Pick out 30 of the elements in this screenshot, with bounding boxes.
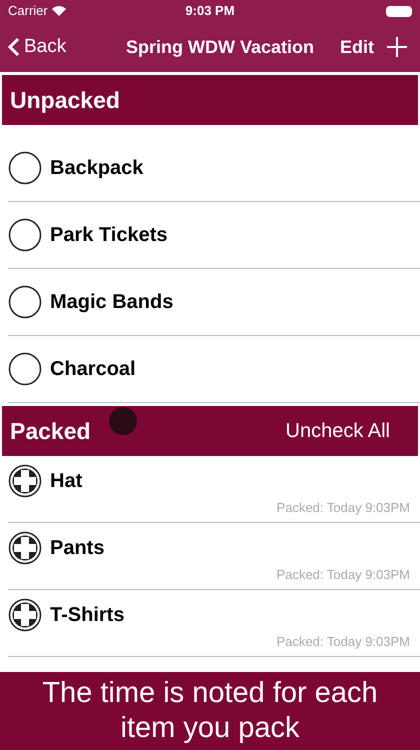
packed-time: Packed: Today 9:03PM (276, 499, 411, 518)
cross-circle-icon[interactable] (8, 531, 42, 566)
section-title: Unpacked (10, 86, 120, 115)
section-title: Packed (10, 416, 91, 446)
plus-icon[interactable] (386, 36, 408, 58)
cross-circle-icon[interactable] (8, 598, 42, 632)
empty-circle-icon[interactable] (8, 285, 42, 319)
nav-title: Spring WDW Vacation (124, 36, 315, 59)
item-name[interactable]: Park Tickets (50, 220, 168, 250)
item-name[interactable]: T-Shirts (50, 600, 124, 630)
chevron-left-icon (8, 37, 20, 57)
cross-circle-icon[interactable] (8, 464, 42, 498)
item-name[interactable]: Hat (50, 466, 82, 496)
item-name[interactable]: Charcoal (50, 354, 136, 384)
back-button[interactable]: Back (8, 32, 108, 62)
clock-time: 9:03 PM (185, 2, 235, 20)
empty-circle-icon[interactable] (8, 352, 42, 386)
edit-button[interactable]: Edit (332, 34, 382, 60)
battery-icon (386, 6, 412, 16)
caption-text: The time is noted for each item you pack (41, 676, 379, 746)
packed-time: Packed: Today 9:03PM (276, 633, 411, 652)
wifi-icon (52, 6, 66, 16)
item-name[interactable]: Pants (50, 533, 104, 564)
item-name[interactable]: Magic Bands (50, 287, 174, 317)
carrier-label: Carrier (8, 2, 48, 20)
uncheck-all-button[interactable]: Uncheck All (286, 416, 410, 446)
empty-circle-icon[interactable] (8, 151, 42, 185)
packed-time: Packed: Today 9:03PM (276, 566, 411, 584)
empty-circle-icon[interactable] (8, 218, 42, 252)
item-name[interactable]: Backpack (50, 153, 144, 183)
